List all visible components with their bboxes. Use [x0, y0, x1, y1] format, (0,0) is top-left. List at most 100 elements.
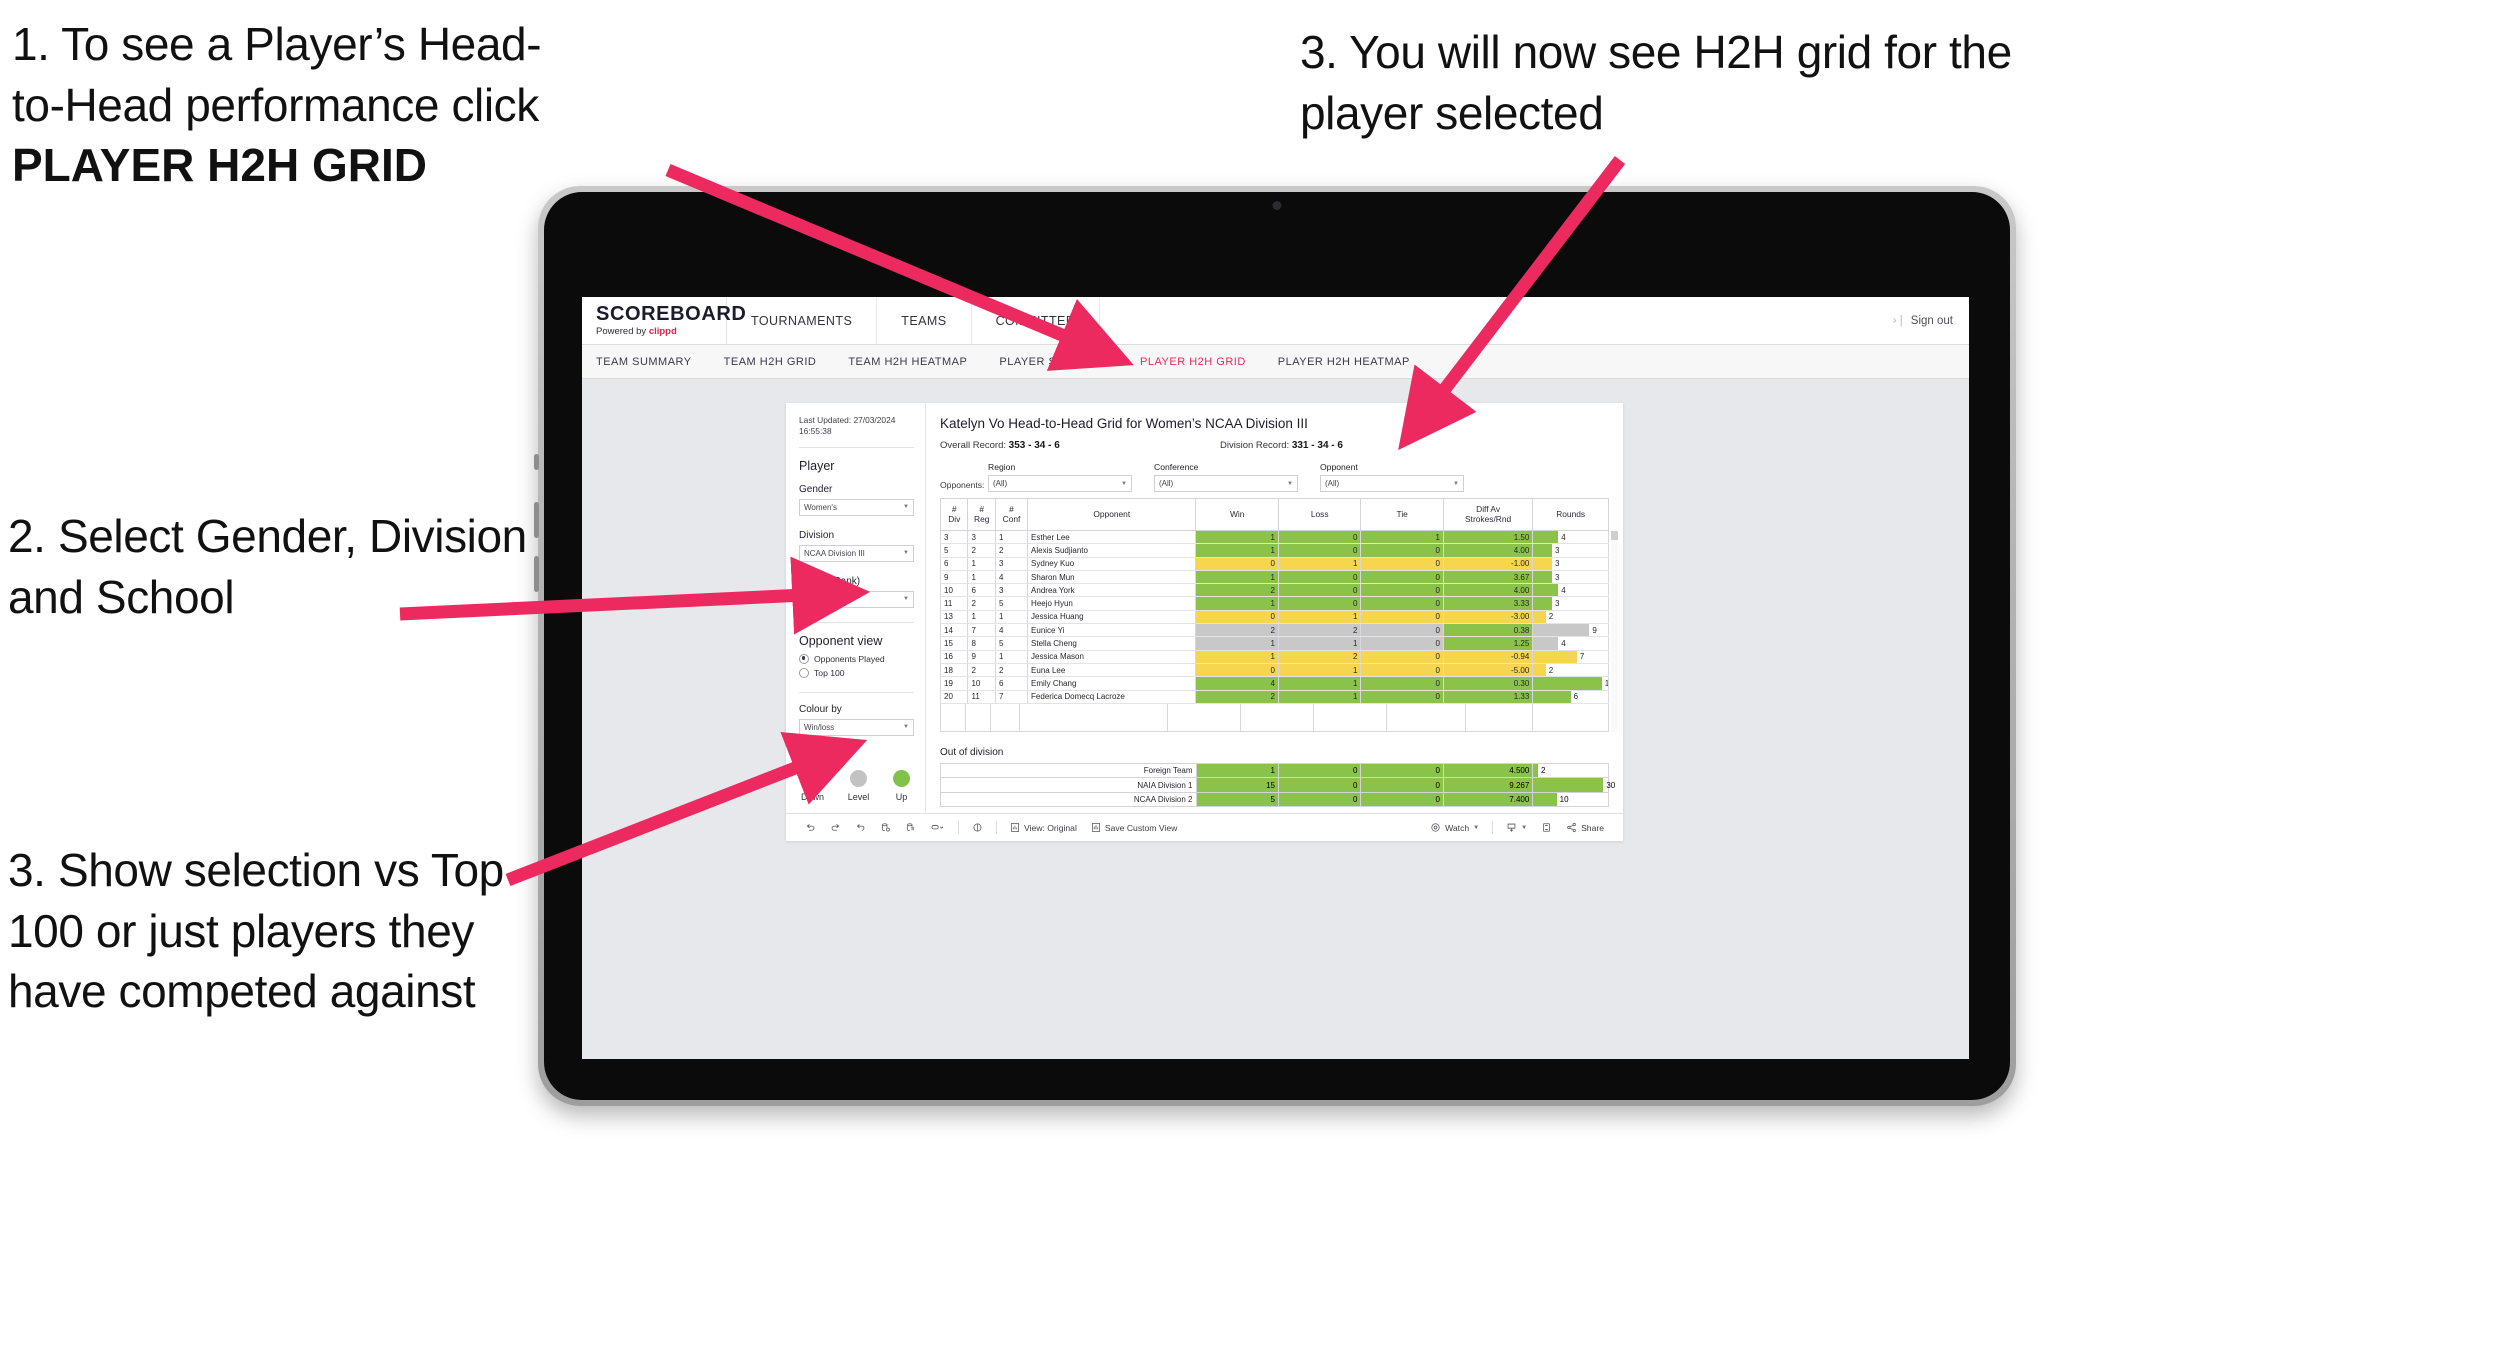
table-row[interactable]: 14 7 4 Eunice Yi 2 2 0 0.38 9 [939, 623, 1609, 638]
highlight-icon[interactable] [965, 814, 990, 841]
tab-player-h2h-grid[interactable]: PLAYER H2H GRID [1140, 356, 1246, 368]
table-row[interactable]: 9 1 4 Sharon Mun 1 0 0 3.67 3 [939, 570, 1609, 585]
cell-loss: 0 [1277, 543, 1362, 558]
region-select[interactable]: (All) ▼ [988, 475, 1132, 492]
table-row[interactable]: 10 6 3 Andrea York 2 0 0 4.00 4 [939, 583, 1609, 598]
cell-ood-label: NCAA Division 2 [940, 791, 1197, 808]
view-original-button[interactable]: View: Original [1003, 814, 1084, 841]
chevron-down-icon: ▼ [1121, 480, 1127, 487]
table-row[interactable]: 13 1 1 Jessica Huang 0 1 0 -3.00 2 [939, 610, 1609, 625]
tab-player-summary[interactable]: PLAYER SUMMARY [999, 356, 1108, 368]
rounds-value: 4 [1561, 585, 1566, 595]
division-record-value: 331 - 34 - 6 [1291, 440, 1343, 451]
table-row[interactable]: 6 1 3 Sydney Kuo 0 1 0 -1.00 3 [939, 557, 1609, 571]
revert-icon[interactable] [848, 814, 873, 841]
cell-rounds: 9 [1532, 623, 1609, 638]
pause-updates-icon[interactable] [898, 814, 923, 841]
watch-button[interactable]: Watch ▼ [1423, 822, 1486, 833]
overall-record-value: 353 - 34 - 6 [1008, 440, 1060, 451]
legend-swatch-down [804, 769, 821, 787]
cell-div: 10 [939, 583, 969, 598]
device-volume-up-button [534, 502, 539, 538]
table-row[interactable]: 19106Emily Chang4100.3011 [939, 676, 1609, 691]
cell-reg: 8 [967, 636, 996, 651]
cell-div: 15 [939, 636, 969, 651]
legend-item-down: Down [801, 769, 824, 802]
h2h-grid-table: # Div # Reg # Conf Opponent Win Loss Tie Diff Av St… [939, 498, 1609, 704]
cell-rounds: 11 [1532, 676, 1609, 691]
table-row[interactable]: 3 3 1 Esther Lee 1 0 1 1.50 4 [939, 530, 1609, 545]
radio-opponents-played[interactable]: Opponents Played [799, 653, 914, 664]
cell-reg: 1 [967, 557, 996, 571]
cell-reg: 9 [967, 650, 996, 664]
refresh-data-icon[interactable] [873, 814, 898, 841]
cell-rounds: 4 [1532, 530, 1609, 545]
table-row[interactable]: NCAA Division 2 5 0 0 7.400 10 [940, 791, 1609, 808]
nav-item-tournaments[interactable]: TOURNAMENTS [727, 297, 878, 344]
grid-scrollbar-thumb[interactable] [1611, 531, 1618, 540]
filter-pane: Last Updated: 27/03/2024 16:55:38 Player… [786, 403, 926, 814]
primary-nav: TOURNAMENTS TEAMS COMMITTEE [727, 297, 1100, 344]
share-button[interactable]: Share [1559, 822, 1611, 833]
cell-rounds: 10 [1532, 791, 1609, 808]
tab-player-h2h-heatmap[interactable]: PLAYER H2H HEATMAP [1278, 356, 1410, 368]
table-row[interactable]: NAIA Division 1 15 0 0 9.267 30 [940, 777, 1615, 793]
conference-select[interactable]: (All) ▼ [1154, 475, 1298, 492]
cell-diff: 3.67 [1442, 570, 1534, 585]
cell-conf: 1 [994, 610, 1029, 625]
cell-diff: 1.33 [1442, 690, 1534, 704]
redo-icon[interactable] [823, 814, 848, 841]
cell-tie: 0 [1360, 570, 1444, 585]
callout-step-1-line1: 1. To see a Player’s Head- [12, 18, 542, 70]
table-row[interactable]: 15 8 5 Stella Cheng 1 1 0 1.25 4 [939, 636, 1609, 651]
callout-step-4: 3. You will now see H2H grid for the pla… [1300, 26, 2012, 139]
nav-item-committee[interactable]: COMMITTEE [972, 297, 1100, 344]
cell-div: 6 [939, 557, 969, 571]
brand-logo[interactable]: SCOREBOARD Powered by clippd [582, 297, 746, 344]
download-icon[interactable]: ▼ [1499, 822, 1534, 833]
fullscreen-icon[interactable] [1534, 822, 1559, 833]
table-row[interactable]: 16 9 1 Jessica Mason 1 2 0 -0.94 7 [939, 650, 1609, 664]
tab-team-h2h-heatmap[interactable]: TEAM H2H HEATMAP [848, 356, 967, 368]
cell-reg: 2 [967, 596, 996, 611]
brand-sub-accent: clippd [648, 326, 677, 338]
region-label: Region [988, 462, 1016, 472]
cell-div: 13 [939, 610, 969, 625]
cell-win: 0 [1195, 610, 1279, 625]
table-row[interactable]: 18 2 2 Euna Lee 0 1 0 -5.00 2 [939, 663, 1609, 678]
table-row[interactable]: 11 2 5 Heejo Hyun 1 0 0 3.33 3 [939, 596, 1609, 611]
table-row[interactable]: 5 2 2 Alexis Sudjianto 1 0 0 4.00 3 [939, 543, 1609, 558]
grid-scrollbar-track[interactable] [1611, 529, 1618, 732]
sign-out-link[interactable]: Sign out [1911, 315, 1953, 327]
rounds-value: 3 [1554, 559, 1560, 569]
save-custom-view-button[interactable]: Save Custom View [1084, 814, 1184, 841]
rounds-value: 2 [1548, 665, 1554, 675]
radio-top-100[interactable]: Top 100 [799, 667, 914, 678]
custom-shape-icon[interactable] [923, 814, 952, 841]
rounds-value: 2 [1540, 766, 1546, 776]
rounds-bar [1533, 544, 1552, 557]
rounds-bar [1533, 650, 1577, 663]
h2h-grid-body: 3 3 1 Esther Lee 1 0 1 1.50 4 5 2 2 Alexis Sudjianto… [939, 530, 1609, 704]
legend-swatch-up [893, 769, 910, 787]
division-select[interactable]: NCAA Division III ▼ [799, 544, 914, 562]
colour-legend: Down Level Up [799, 769, 914, 802]
nav-item-teams[interactable]: TEAMS [877, 297, 972, 344]
gender-select[interactable]: Women's ▼ [799, 498, 914, 516]
gender-field: Gender Women's ▼ [799, 484, 914, 516]
cell-rounds: 3 [1532, 570, 1609, 585]
rounds-value: 30 [1606, 780, 1616, 790]
cell-diff: 1.25 [1442, 636, 1534, 651]
rounds-value: 3 [1554, 545, 1560, 555]
player-select[interactable]: 8. Katelyn Vo ▼ [799, 590, 914, 608]
table-row[interactable]: 20 11 7 Federica Domecq Lacroze 2 1 0 1.33 6 [939, 690, 1609, 704]
table-row[interactable]: Foreign Team 1 0 0 4.500 2 [940, 762, 1609, 779]
tab-team-summary[interactable]: TEAM SUMMARY [596, 356, 692, 368]
cell-reg: 2 [967, 543, 996, 558]
opponent-select[interactable]: (All) ▼ [1320, 475, 1464, 492]
undo-icon[interactable] [798, 814, 823, 841]
colour-by-select[interactable]: Win/loss ▼ [799, 718, 914, 736]
rounds-bar [1533, 570, 1552, 583]
cell-loss: 2 [1277, 650, 1362, 664]
tab-team-h2h-grid[interactable]: TEAM H2H GRID [724, 356, 817, 368]
